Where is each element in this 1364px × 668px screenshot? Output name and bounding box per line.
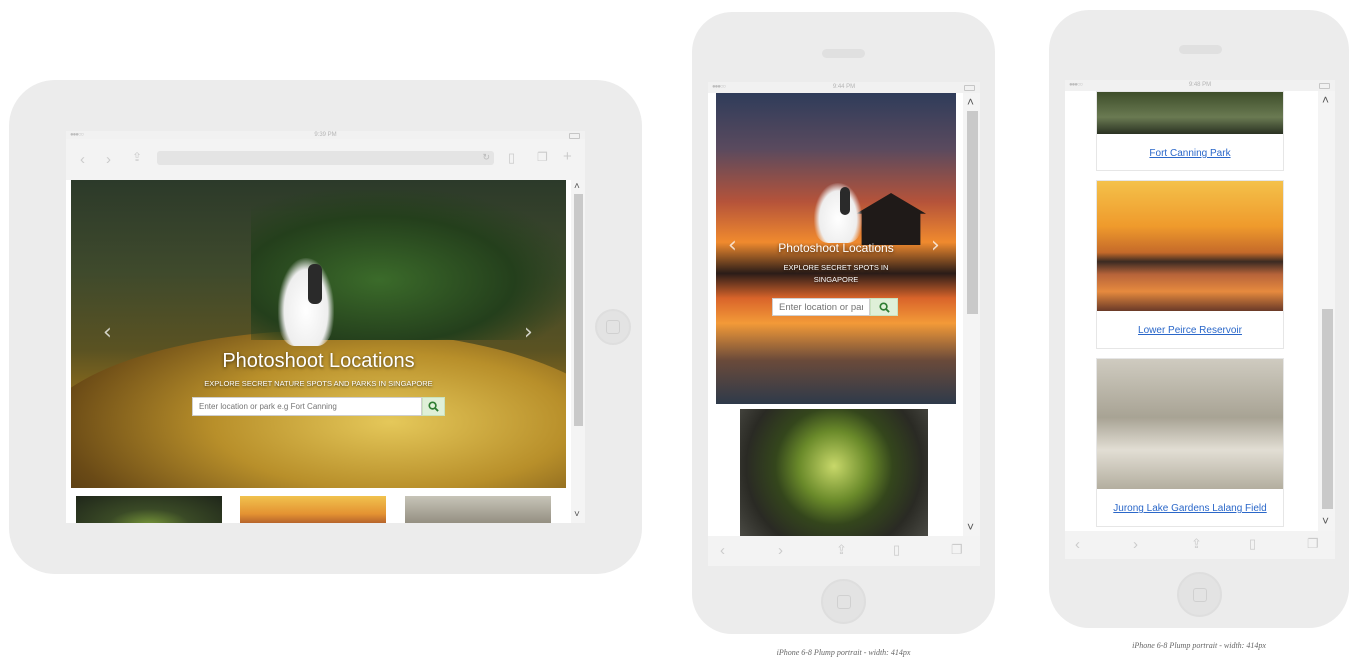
- couple-logo: [266, 258, 346, 348]
- bookmarks-icon[interactable]: ▯: [508, 151, 515, 164]
- tablet-browser-toolbar: ‹ › ⇪ ↻ ▯ ❐ +: [66, 139, 585, 180]
- card-image: [1097, 92, 1283, 134]
- phone1-thumbnail-1[interactable]: [740, 409, 928, 536]
- phone2-browser-toolbar: ‹ › ⇪ ▯ ❐: [1065, 531, 1335, 559]
- location-card-3[interactable]: Jurong Lake Gardens Lalang Field: [1096, 358, 1284, 527]
- phone1-status-bar: ●●●○○ 9:44 PM: [708, 82, 980, 93]
- search-input[interactable]: [772, 298, 870, 316]
- phone2-status-bar: ●●●○○ 9:48 PM: [1065, 80, 1335, 91]
- scroll-thumb[interactable]: [574, 194, 583, 426]
- scroll-down-icon[interactable]: ˅: [1322, 515, 1329, 527]
- thumbnail-2[interactable]: [240, 496, 386, 523]
- search-button[interactable]: [870, 298, 898, 316]
- phone2-speaker: [1179, 45, 1222, 54]
- scroll-down-icon[interactable]: ˅: [574, 510, 580, 520]
- scroll-thumb[interactable]: [1322, 309, 1333, 509]
- back-icon[interactable]: ‹: [1075, 537, 1080, 552]
- tablet-scrollbar[interactable]: ˄ ˅: [571, 180, 585, 523]
- hero-title: Photoshoot Locations: [222, 350, 415, 372]
- phone1-browser-toolbar: ‹ › ⇪ ▯ ❐: [708, 536, 980, 566]
- tabs-icon[interactable]: ❐: [1307, 537, 1319, 550]
- phone1-caption: iPhone 6-8 Plump portrait - width: 414px: [776, 648, 911, 657]
- bookmarks-icon[interactable]: ▯: [1249, 537, 1256, 550]
- tabs-icon[interactable]: ❐: [951, 543, 963, 556]
- hero-title: Photoshoot Locations: [778, 241, 894, 255]
- search-button[interactable]: [422, 397, 445, 416]
- phone1-scrollbar[interactable]: ˄ ˅: [963, 93, 980, 536]
- scroll-up-icon[interactable]: ˄: [967, 96, 974, 108]
- hero-subtitle: EXPLORE SECRET NATURE SPOTS AND PARKS IN…: [204, 379, 433, 388]
- card-image: [1097, 181, 1283, 311]
- share-icon[interactable]: ⇪: [836, 543, 847, 556]
- card-image: [1097, 359, 1283, 489]
- hero-subtitle-line1: EXPLORE SECRET SPOTS IN: [783, 263, 889, 272]
- phone1-hero: ‹ › Photoshoot Locations EXPLORE SECRET …: [716, 93, 956, 404]
- search-icon: [428, 401, 439, 412]
- location-card-1[interactable]: Fort Canning Park: [1096, 91, 1284, 171]
- status-time: 9:44 PM: [832, 84, 856, 90]
- phone2-scrollbar[interactable]: ˄ ˅: [1318, 91, 1335, 531]
- phone1-home-button[interactable]: [821, 579, 866, 624]
- scroll-up-icon[interactable]: ˄: [1322, 94, 1329, 106]
- tablet-home-button[interactable]: [595, 309, 631, 345]
- share-icon[interactable]: ⇪: [1191, 537, 1202, 550]
- status-time: 9:48 PM: [1188, 82, 1212, 88]
- phone2-caption: iPhone 6-8 Plump portrait - width: 414px: [1132, 641, 1266, 650]
- status-time: 9:39 PM: [314, 132, 337, 138]
- scroll-up-icon[interactable]: ˄: [574, 182, 580, 192]
- hero-search: [772, 298, 898, 316]
- tablet-status-bar: ●●●○○ 9:39 PM: [66, 131, 585, 139]
- back-icon[interactable]: ‹: [80, 152, 85, 167]
- search-icon: [878, 301, 890, 313]
- tablet-hero: ‹ › Photoshoot Locations EXPLORE SECRET …: [71, 180, 566, 488]
- reload-icon[interactable]: ↻: [482, 152, 490, 163]
- tablet-screen: ●●●○○ 9:39 PM ‹ › ⇪ ↻ ▯ ❐ + ‹ › Photosho…: [66, 131, 585, 523]
- location-card-2[interactable]: Lower Peirce Reservoir: [1096, 180, 1284, 349]
- tabs-icon[interactable]: ❐: [537, 151, 548, 163]
- thumbnail-3[interactable]: [405, 496, 551, 523]
- phone2-screen: ●●●○○ 9:48 PM Fort Canning Park Lower Pe…: [1065, 80, 1335, 559]
- forward-icon[interactable]: ›: [778, 543, 783, 558]
- thumbnail-1[interactable]: [76, 496, 222, 523]
- forward-icon[interactable]: ›: [1133, 537, 1138, 552]
- scroll-down-icon[interactable]: ˅: [967, 521, 974, 533]
- search-input[interactable]: [192, 397, 422, 416]
- phone1-screen: ●●●○○ 9:44 PM ‹ › Photoshoot Locations E…: [708, 82, 980, 566]
- couple-logo: [808, 183, 868, 245]
- address-bar[interactable]: ↻: [157, 151, 494, 165]
- carousel-next-icon[interactable]: ›: [524, 322, 533, 344]
- forward-icon[interactable]: ›: [106, 152, 111, 167]
- share-icon[interactable]: ⇪: [132, 151, 142, 163]
- hero-search: [192, 397, 445, 416]
- phone1-speaker: [822, 49, 865, 58]
- hero-subtitle-line2: SINGAPORE: [813, 275, 859, 284]
- phone2-home-button[interactable]: [1177, 572, 1222, 617]
- carousel-prev-icon[interactable]: ‹: [103, 322, 112, 344]
- new-tab-icon[interactable]: +: [563, 149, 572, 164]
- card-link[interactable]: Jurong Lake Gardens Lalang Field: [1097, 503, 1283, 514]
- card-link[interactable]: Lower Peirce Reservoir: [1097, 325, 1283, 336]
- scroll-thumb[interactable]: [967, 111, 978, 314]
- card-link[interactable]: Fort Canning Park: [1097, 148, 1283, 159]
- bookmarks-icon[interactable]: ▯: [893, 543, 900, 556]
- back-icon[interactable]: ‹: [720, 543, 725, 558]
